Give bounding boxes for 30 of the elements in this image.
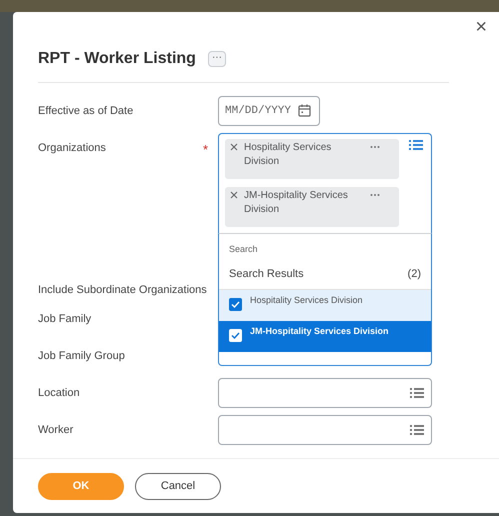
required-mark: * bbox=[203, 142, 208, 157]
remove-icon[interactable] bbox=[230, 191, 238, 199]
list-icon[interactable] bbox=[409, 139, 423, 151]
date-field[interactable]: MM/DD/YYYY bbox=[218, 96, 320, 126]
more-icon[interactable] bbox=[370, 193, 380, 197]
results-count: (2) bbox=[408, 268, 421, 280]
more-button[interactable]: ··· bbox=[208, 51, 226, 67]
field-label: Effective as of Date bbox=[38, 104, 134, 117]
close-button[interactable]: × bbox=[471, 16, 491, 39]
field-label: Organizations bbox=[38, 141, 107, 154]
chip-label: JM-Hospitality Services Division bbox=[244, 189, 349, 217]
calendar-icon[interactable] bbox=[298, 104, 311, 117]
list-icon[interactable] bbox=[410, 424, 424, 436]
prompt-field[interactable] bbox=[218, 378, 432, 408]
result-item[interactable]: Hospitality Services Division bbox=[219, 290, 431, 321]
prompt-field[interactable] bbox=[218, 415, 432, 445]
cancel-button[interactable]: Cancel bbox=[135, 472, 221, 500]
checkbox[interactable] bbox=[229, 298, 242, 311]
results-heading: Search Results bbox=[229, 268, 304, 280]
result-item[interactable]: JM-Hospitality Services Division bbox=[219, 321, 431, 352]
field-label: Job Family Group bbox=[38, 349, 126, 362]
dialog-title: RPT - Worker Listing bbox=[38, 50, 196, 68]
chip-label: Hospitality Services Division bbox=[244, 141, 332, 169]
list-icon[interactable] bbox=[410, 387, 424, 399]
field-label: Location bbox=[38, 386, 81, 399]
field-label: Worker bbox=[38, 423, 74, 436]
field-label: Job Family bbox=[38, 312, 92, 325]
remove-icon[interactable] bbox=[230, 143, 238, 151]
more-icon[interactable] bbox=[370, 145, 380, 149]
organizations-field[interactable]: Hospitality Services Division JM-Hospitality Services Division bbox=[218, 133, 432, 233]
